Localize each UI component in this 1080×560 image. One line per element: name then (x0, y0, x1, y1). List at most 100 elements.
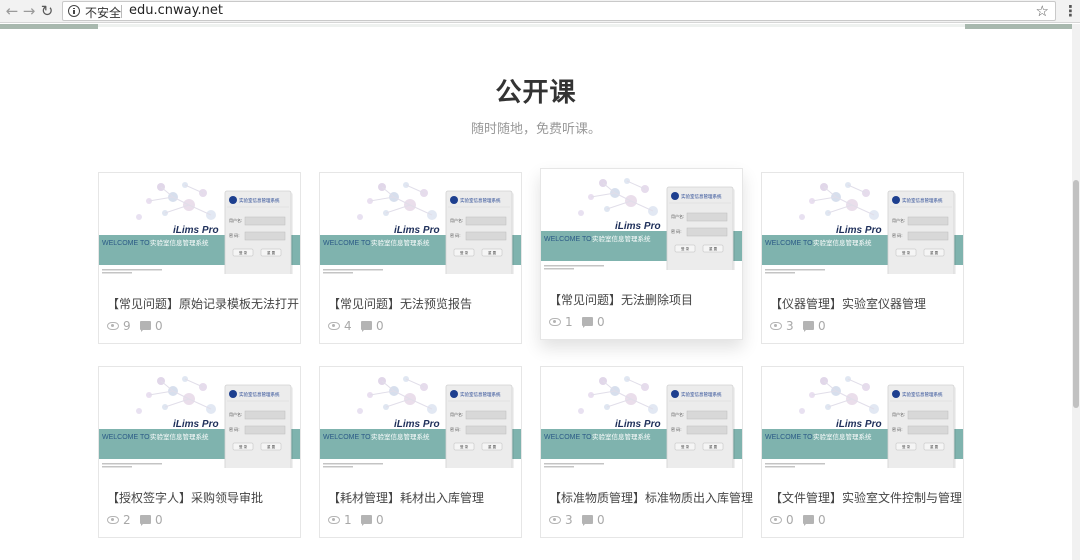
thumbnail-login-text: 登 录 (902, 250, 911, 255)
address-divider (121, 5, 122, 18)
thumbnail-user-text: 用户名: (229, 411, 242, 417)
lims-logo-icon (892, 196, 900, 204)
thumbnail-pass-text: 密 码: (229, 426, 240, 432)
forward-arrow-icon[interactable]: → (20, 2, 38, 20)
view-count: 2 (123, 513, 131, 527)
course-thumbnail[interactable]: iLims Pro WELCOME TO 实验室信息管理系统 实验室信息管理系统… (320, 367, 521, 468)
course-card[interactable]: iLims Pro WELCOME TO 实验室信息管理系统 实验室信息管理系统… (98, 172, 301, 344)
thumbnail-system-text: 实验室信息管理系统 (813, 432, 872, 441)
course-thumbnail[interactable]: iLims Pro WELCOME TO 实验室信息管理系统 实验室信息管理系统… (99, 173, 300, 274)
comment-count: 0 (818, 319, 826, 333)
thumbnail-login-text: 登 录 (239, 250, 248, 255)
course-thumbnail[interactable]: iLims Pro WELCOME TO 实验室信息管理系统 实验室信息管理系统… (541, 367, 742, 468)
course-card[interactable]: iLims Pro WELCOME TO 实验室信息管理系统 实验室信息管理系统… (540, 168, 743, 340)
thumbnail-system-text: 实验室信息管理系统 (371, 238, 430, 247)
thumbnail-user-text: 用户名: (450, 411, 463, 417)
view-count: 1 (565, 315, 573, 329)
thumbnail-login-title-text: 实验室信息管理系统 (902, 391, 943, 398)
comment-count: 0 (597, 513, 605, 527)
thumbnail-login-title-text: 实验室信息管理系统 (239, 391, 280, 398)
scrollbar-thumb[interactable] (1073, 180, 1079, 408)
thumbnail-login-title-text: 实验室信息管理系统 (460, 391, 501, 398)
thumbnail-pass-text: 密 码: (229, 232, 240, 238)
course-thumbnail[interactable]: iLims Pro WELCOME TO 实验室信息管理系统 实验室信息管理系统… (320, 173, 521, 274)
thumbnail-brand-text: iLims Pro (394, 225, 440, 236)
thumbnail-user-text: 用户名: (892, 217, 905, 223)
security-label[interactable]: 不安全 (85, 4, 121, 21)
reload-icon[interactable]: ↻ (38, 2, 56, 20)
address-bar[interactable]: 不安全 edu.cnway.net ☆ (62, 1, 1056, 21)
thumbnail-welcome-text: WELCOME TO (102, 240, 150, 247)
thumbnail-brand-text: iLims Pro (173, 419, 219, 430)
thumbnail-login-text: 登 录 (681, 246, 690, 251)
eye-icon (107, 516, 119, 524)
browser-menu-icon[interactable]: ⋮ (1063, 2, 1078, 20)
course-thumbnail[interactable]: iLims Pro WELCOME TO 实验室信息管理系统 实验室信息管理系统… (762, 173, 963, 274)
thumbnail-welcome-text: WELCOME TO (544, 434, 592, 441)
thumbnail-login-title-text: 实验室信息管理系统 (902, 197, 943, 204)
course-thumbnail[interactable]: iLims Pro WELCOME TO 实验室信息管理系统 实验室信息管理系统… (541, 169, 742, 270)
browser-toolbar: ← → ↻ 不安全 edu.cnway.net ☆ ⋮ (0, 0, 1080, 23)
eye-icon (107, 322, 119, 330)
header-accent-left (0, 24, 98, 29)
course-thumbnail[interactable]: iLims Pro WELCOME TO 实验室信息管理系统 实验室信息管理系统… (762, 367, 963, 468)
course-title[interactable]: 【常见问题】无法预览报告 (328, 295, 472, 312)
eye-icon (770, 322, 782, 330)
course-title[interactable]: 【常见问题】原始记录模板无法打开 (107, 295, 299, 312)
thumbnail-login-title-text: 实验室信息管理系统 (460, 197, 501, 204)
comment-count: 0 (376, 513, 384, 527)
thumbnail-reset-text: 重 置 (267, 250, 276, 255)
comment-icon (582, 515, 593, 526)
url-text[interactable]: edu.cnway.net (129, 3, 223, 18)
course-card[interactable]: iLims Pro WELCOME TO 实验室信息管理系统 实验室信息管理系统… (540, 366, 753, 538)
thumbnail-system-text: 实验室信息管理系统 (150, 432, 209, 441)
thumbnail-reset-text: 重 置 (709, 246, 718, 251)
thumbnail-pass-text: 密 码: (450, 426, 461, 432)
thumbnail-pass-text: 密 码: (892, 232, 903, 238)
thumbnail-login-title-text: 实验室信息管理系统 (681, 391, 722, 398)
comment-icon (140, 321, 151, 332)
lims-logo-icon (892, 390, 900, 398)
view-count: 0 (786, 513, 794, 527)
course-title[interactable]: 【耗材管理】耗材出入库管理 (328, 489, 484, 506)
comment-icon (803, 515, 814, 526)
course-title[interactable]: 【仪器管理】实验室仪器管理 (770, 295, 926, 312)
thumbnail-brand-text: iLims Pro (615, 419, 661, 430)
course-card[interactable]: iLims Pro WELCOME TO 实验室信息管理系统 实验室信息管理系统… (319, 366, 522, 538)
course-thumbnail[interactable]: iLims Pro WELCOME TO 实验室信息管理系统 实验室信息管理系统… (99, 367, 300, 468)
back-arrow-icon[interactable]: ← (3, 2, 21, 20)
thumbnail-pass-text: 密 码: (671, 228, 682, 234)
course-card[interactable]: iLims Pro WELCOME TO 实验室信息管理系统 实验室信息管理系统… (319, 172, 522, 344)
thumbnail-brand-text: iLims Pro (394, 419, 440, 430)
thumbnail-reset-text: 重 置 (488, 444, 497, 449)
eye-icon (549, 516, 561, 524)
thumbnail-user-text: 用户名: (671, 411, 684, 417)
view-count: 3 (786, 319, 794, 333)
info-icon[interactable] (68, 5, 80, 17)
lims-logo-icon (229, 196, 237, 204)
section-title: 公开课 (495, 78, 577, 108)
thumbnail-user-text: 用户名: (892, 411, 905, 417)
bookmark-star-icon[interactable]: ☆ (1036, 2, 1049, 20)
comment-count: 0 (376, 319, 384, 333)
course-title[interactable]: 【常见问题】无法删除项目 (549, 291, 693, 308)
thumbnail-pass-text: 密 码: (671, 426, 682, 432)
course-title[interactable]: 【文件管理】实验室文件控制与管理 (770, 489, 962, 506)
view-count: 1 (344, 513, 352, 527)
comment-icon (803, 321, 814, 332)
lims-logo-icon (450, 390, 458, 398)
thumbnail-brand-text: iLims Pro (836, 419, 882, 430)
course-title[interactable]: 【授权签字人】采购领导审批 (107, 489, 263, 506)
thumbnail-login-title-text: 实验室信息管理系统 (681, 193, 722, 200)
thumbnail-login-text: 登 录 (460, 444, 469, 449)
thumbnail-login-text: 登 录 (902, 444, 911, 449)
course-card[interactable]: iLims Pro WELCOME TO 实验室信息管理系统 实验室信息管理系统… (98, 366, 301, 538)
thumbnail-user-text: 用户名: (450, 217, 463, 223)
course-card[interactable]: iLims Pro WELCOME TO 实验室信息管理系统 实验室信息管理系统… (761, 366, 964, 538)
thumbnail-welcome-text: WELCOME TO (323, 240, 371, 247)
thumbnail-welcome-text: WELCOME TO (323, 434, 371, 441)
course-title[interactable]: 【标准物质管理】标准物质出入库管理 (549, 489, 753, 506)
thumbnail-brand-text: iLims Pro (173, 225, 219, 236)
course-card[interactable]: iLims Pro WELCOME TO 实验室信息管理系统 实验室信息管理系统… (761, 172, 964, 344)
thumbnail-brand-text: iLims Pro (615, 221, 661, 232)
